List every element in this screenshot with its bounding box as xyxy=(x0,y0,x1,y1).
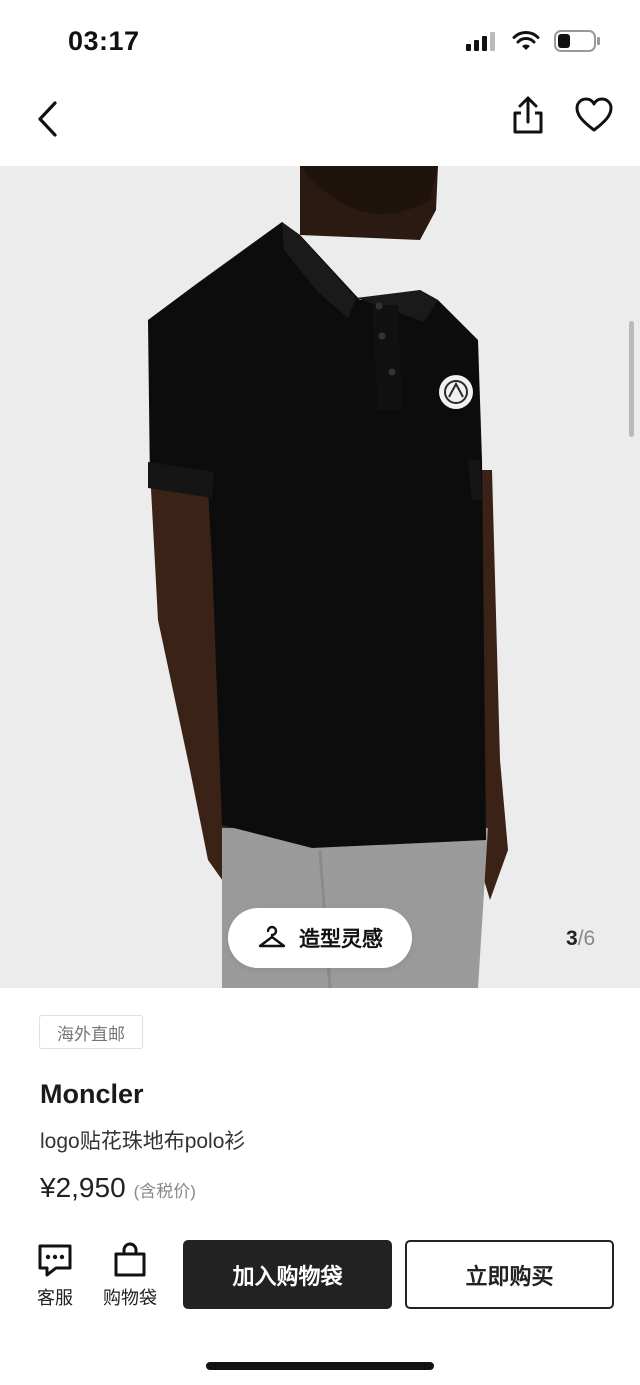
home-indicator[interactable] xyxy=(206,1362,434,1370)
shopping-bag-button[interactable]: 购物袋 xyxy=(103,1242,157,1310)
current-page: 3 xyxy=(566,927,578,950)
styling-inspiration-button[interactable]: 造型灵感 xyxy=(228,908,412,968)
customer-service-label: 客服 xyxy=(37,1288,73,1308)
battery-icon xyxy=(554,30,600,52)
customer-service-button[interactable]: 客服 xyxy=(36,1242,74,1310)
product-image-gallery[interactable] xyxy=(0,166,640,988)
share-button[interactable] xyxy=(508,94,548,140)
gallery-scrollbar[interactable] xyxy=(629,321,634,437)
gallery-page-indicator: 3/6 xyxy=(566,927,595,951)
share-icon xyxy=(513,96,543,134)
status-icons xyxy=(466,30,600,52)
buy-now-button[interactable]: 立即购买 xyxy=(405,1240,614,1309)
signal-icon xyxy=(466,32,495,51)
back-button[interactable] xyxy=(28,92,68,144)
status-bar: 03:17 xyxy=(0,0,640,86)
shopping-bag-label: 购物袋 xyxy=(103,1288,157,1308)
wifi-icon xyxy=(512,31,540,50)
hanger-icon xyxy=(258,925,286,948)
back-arrow-icon xyxy=(38,101,57,137)
price-row: ¥2,950 (含税价) xyxy=(40,1172,196,1204)
brand-name[interactable]: Moncler xyxy=(40,1079,144,1110)
shopping-bag-icon xyxy=(114,1242,146,1277)
nav-bar xyxy=(0,86,640,166)
shipping-badge: 海外直邮 xyxy=(39,1015,143,1049)
styling-inspiration-label: 造型灵感 xyxy=(299,928,383,951)
status-time: 03:17 xyxy=(68,26,140,56)
heart-icon xyxy=(575,97,613,132)
product-price: ¥2,950 xyxy=(40,1172,126,1203)
product-photo xyxy=(0,166,640,988)
tax-note: (含税价) xyxy=(133,1182,196,1201)
chat-bubble-icon xyxy=(38,1244,72,1277)
total-pages: 6 xyxy=(583,927,596,950)
favorite-button[interactable] xyxy=(574,96,614,136)
add-to-bag-button[interactable]: 加入购物袋 xyxy=(183,1240,392,1309)
product-name: logo贴花珠地布polo衫 xyxy=(40,1130,246,1153)
